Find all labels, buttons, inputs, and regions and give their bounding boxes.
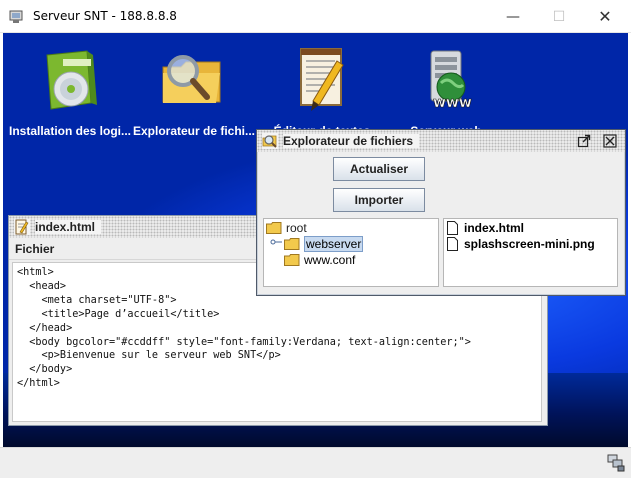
tree-node-root[interactable]: root: [266, 220, 307, 236]
tree-node-label: root: [286, 221, 307, 235]
desktop-icon-file-explorer[interactable]: Explorateur de fichi...: [131, 45, 257, 138]
svg-text:www: www: [433, 95, 472, 111]
desktop-icon-label: Explorateur de fichi...: [132, 124, 256, 138]
web-server-icon: www: [430, 50, 472, 111]
folder-icon: [284, 254, 300, 266]
window-title: Serveur SNT - 188.8.8.8: [33, 9, 177, 23]
window-switcher-icon[interactable]: [607, 454, 625, 472]
file-icon: [447, 221, 458, 235]
desktop-icon-installer[interactable]: Installation des logi...: [7, 45, 133, 138]
file-item-index-html[interactable]: index.html: [447, 220, 524, 236]
notepad-icon: [14, 219, 30, 235]
folder-icon: [266, 222, 282, 234]
tree-node-label: www.conf: [304, 253, 356, 267]
folder-magnifier-icon: [262, 133, 278, 149]
refresh-button[interactable]: Actualiser: [333, 157, 425, 181]
close-button[interactable]: ✕: [582, 0, 628, 33]
tree-node-www-conf[interactable]: www.conf: [284, 252, 355, 268]
close-icon[interactable]: [603, 134, 617, 148]
code-line: <p>Bienvenue sur le serveur web SNT</p>: [17, 350, 281, 362]
menu-fichier[interactable]: Fichier: [15, 242, 54, 256]
status-bar: [0, 447, 631, 478]
file-icon: [447, 237, 458, 251]
file-list[interactable]: index.html splashscreen-mini.png: [443, 218, 618, 287]
import-button[interactable]: Importer: [333, 188, 425, 212]
window-titlebar: Serveur SNT - 188.8.8.8 — ☐ ✕: [0, 0, 631, 33]
editor-title: index.html: [35, 220, 102, 234]
tree-connector-icon: [270, 239, 282, 245]
code-line: <title>Page d’accueil</title>: [17, 308, 220, 320]
popout-icon[interactable]: [577, 134, 591, 148]
file-name: splashscreen-mini.png: [464, 237, 595, 251]
desktop: Installation des logi... Explorateur de …: [3, 33, 628, 447]
file-item-splashscreen[interactable]: splashscreen-mini.png: [447, 236, 595, 252]
folder-tree[interactable]: root webserver www.conf: [263, 218, 439, 287]
desktop-icon-label: Installation des logi...: [8, 124, 131, 138]
code-line: <body bgcolor="#ccddff" style="font-fami…: [17, 336, 471, 348]
code-line: </html>: [17, 378, 60, 390]
file-explorer-window: Explorateur de fichiers Actualiser Impor…: [256, 129, 626, 296]
software-cd-icon: [46, 50, 97, 110]
file-name: index.html: [464, 221, 525, 235]
tree-node-label-selected: webserver: [304, 236, 364, 252]
maximize-button[interactable]: ☐: [536, 0, 582, 33]
code-line: </body>: [17, 364, 73, 376]
notepad-pencil-icon: [300, 48, 344, 111]
folder-icon: [284, 238, 300, 250]
folder-magnifier-icon: [162, 55, 221, 103]
desktop-icon-web-server[interactable]: www Serveur web: [383, 45, 509, 138]
code-line: </head>: [17, 322, 73, 334]
explorer-title: Explorateur de fichiers: [283, 134, 420, 148]
tree-node-webserver[interactable]: webserver: [284, 236, 364, 252]
app-icon: [9, 10, 23, 23]
minimize-button[interactable]: —: [490, 0, 536, 33]
explorer-titlebar[interactable]: Explorateur de fichiers: [257, 130, 625, 152]
desktop-icon-text-editor[interactable]: Éditeur de textes: [259, 45, 385, 138]
